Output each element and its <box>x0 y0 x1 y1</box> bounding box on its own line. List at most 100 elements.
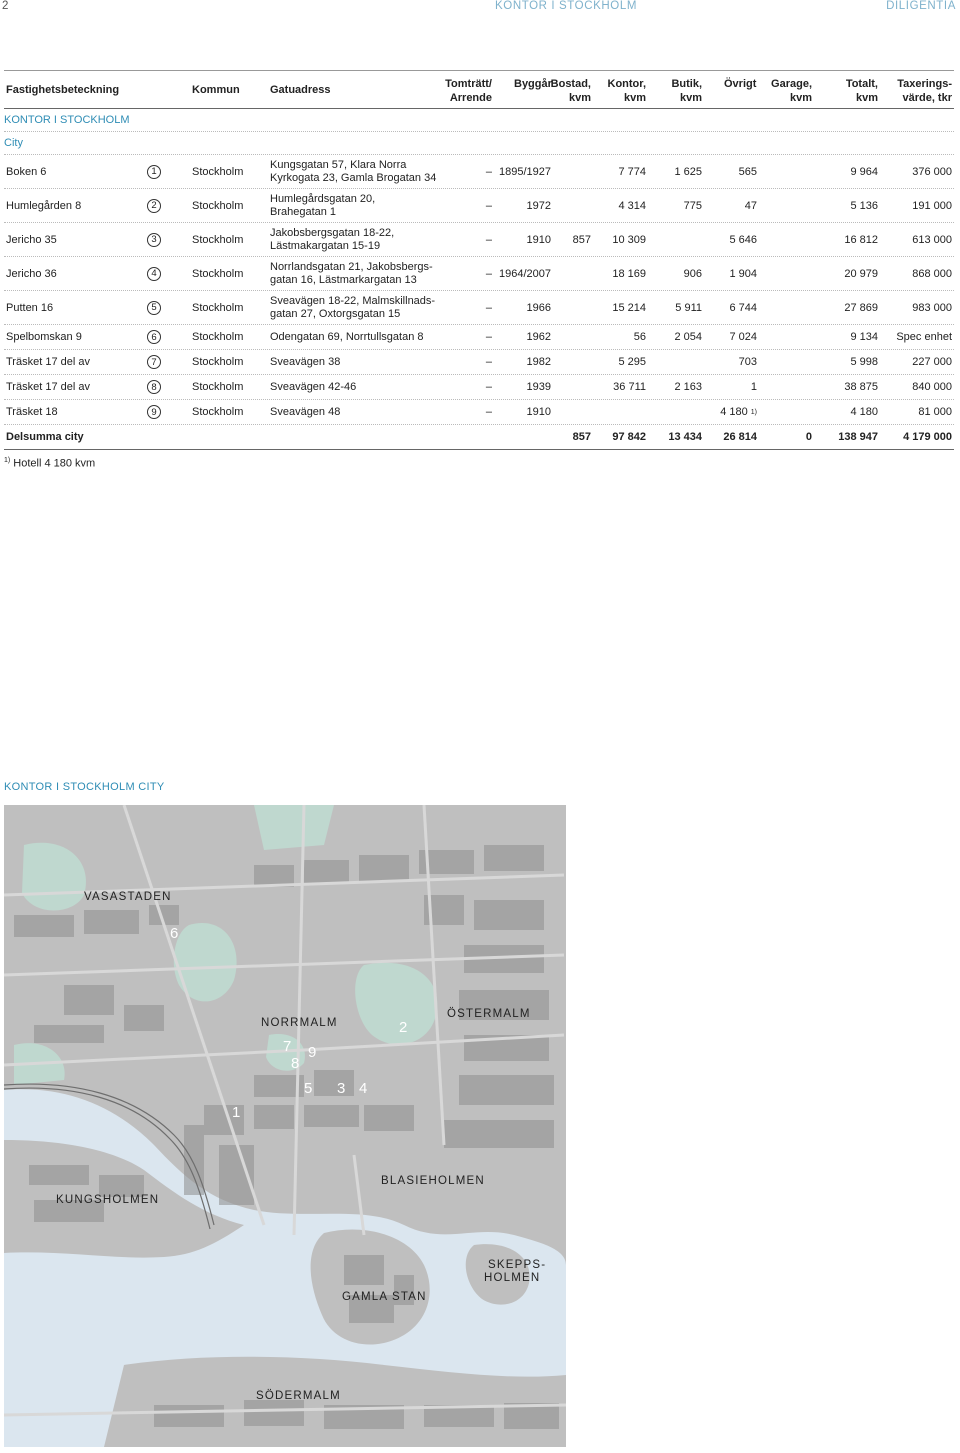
value-totalt: 16 812 <box>844 233 878 246</box>
subtotal-ovrigt: 26 814 <box>723 431 757 443</box>
value-totalt: 5 998 <box>850 356 878 368</box>
cell-ovrigt: 6 744 <box>729 291 757 324</box>
cell-kontor: 56 <box>634 325 646 349</box>
park-observatorielunden <box>173 923 237 1002</box>
value-butik: 775 <box>683 199 702 212</box>
value-tax: 376 000 <box>912 165 952 178</box>
cell-butik: 906 <box>684 257 702 290</box>
cell-tomtratt: – <box>486 325 492 349</box>
value-ovrigt: 4 180 <box>720 406 748 418</box>
value-kontor: 18 169 <box>612 267 646 280</box>
value-byggar: 1895/1927 <box>499 165 551 178</box>
cell-tomtratt: – <box>486 350 492 374</box>
table-row: Träsket 18 9 Stockholm Sveavägen 48 – 1910 4 1… <box>4 400 954 425</box>
label-norrmalm: NORRMALM <box>261 1017 338 1029</box>
address-lines: Jakobsbergsgatan 18-22, Lästmakargatan 15… <box>270 227 394 253</box>
cell-ovrigt: 703 <box>739 350 757 374</box>
value-tax: 191 000 <box>912 199 952 212</box>
property-address: Sveavägen 38 <box>270 350 340 374</box>
cell-tomtratt: – <box>486 400 492 424</box>
subtotal-tax: 4 179 000 <box>903 431 952 443</box>
marker-circle: 3 <box>147 232 161 247</box>
value-byggar: 1939 <box>526 381 551 393</box>
label-sodermalm: SÖDERMALM <box>256 1390 341 1402</box>
property-name: Jericho 36 <box>6 267 57 280</box>
subtotal-garage: 0 <box>805 431 812 443</box>
value-byggar: 1910 <box>526 233 551 246</box>
property-address: Sveavägen 42-46 <box>270 375 356 399</box>
table-row: Spelbomskan 9 6 Stockholm Odengatan 69, Nor… <box>4 325 954 350</box>
cell-kontor: 36 711 <box>613 375 646 399</box>
value-kontor: 56 <box>633 331 646 343</box>
value-byggar: 1966 <box>526 301 551 314</box>
property-marker: 2 <box>147 189 161 222</box>
table-row: Träsket 17 del av 8 Stockholm Sveavägen 42-… <box>4 375 954 400</box>
value-totalt: 5 136 <box>850 199 878 212</box>
cell-butik: 2 163 <box>674 375 702 399</box>
address-line-2: Lästmakargatan 15-19 <box>270 239 381 252</box>
footnote: 1) Hotell 4 180 kvm <box>4 450 954 472</box>
marker-circle: 9 <box>147 405 161 419</box>
footnote-ref: 1) <box>750 408 757 416</box>
value-ovrigt: 6 744 <box>729 301 757 314</box>
page-header: 2 KONTOR I STOCKHOLM DILIGENTIA <box>0 0 960 20</box>
cell-tomtratt: – <box>486 223 492 256</box>
value-totalt: 27 869 <box>844 301 878 314</box>
subtotal-butik: 13 434 <box>668 431 702 443</box>
map-marker-1: 1 <box>232 1104 240 1121</box>
property-kommun: Stockholm <box>192 406 244 418</box>
cell-totalt: 5 998 <box>850 350 878 374</box>
col-kontor: Kontor, kvm <box>607 78 647 104</box>
col-fastighet: Fastighetsbeteckning <box>6 84 120 96</box>
brand-name: DILIGENTIA <box>886 0 956 12</box>
subtotal-row: Delsumma city 857 97 842 13 434 26 814 0… <box>4 425 954 450</box>
address-line-1: Kungsgatan 57, Klara Norra <box>270 158 407 171</box>
map-marker-5: 5 <box>304 1080 312 1097</box>
table-header: Fastighetsbeteckning Kommun Gatuadress T… <box>4 70 954 109</box>
cell-tax: 868 000 <box>912 257 952 290</box>
property-marker: 9 <box>147 400 161 424</box>
property-address: Sveavägen 48 <box>270 400 340 424</box>
col-ovrigt: Övrigt <box>724 78 757 90</box>
marker-circle: 4 <box>147 266 161 281</box>
cell-totalt: 16 812 <box>844 223 878 256</box>
value-ovrigt: 47 <box>744 199 757 212</box>
table-row: Humlegården 8 2 Stockholm Humlegårdsgatan 2… <box>4 189 954 223</box>
col-byggar: Byggår <box>514 78 552 90</box>
cell-butik: 2 054 <box>674 325 702 349</box>
cell-kontor: 18 169 <box>612 257 646 290</box>
address-line-1: Humlegårdsgatan 20, <box>270 192 376 205</box>
value-ovrigt: 703 <box>738 356 757 368</box>
property-address: Sveavägen 18-22, Malmskillnads-gatan 27,… <box>270 291 435 324</box>
map-marker-7: 7 <box>283 1038 291 1055</box>
value-ovrigt: 1 <box>750 381 757 393</box>
marker-circle: 2 <box>147 198 161 213</box>
address-line-1: Sveavägen 48 <box>270 405 341 418</box>
value-butik: 1 625 <box>674 165 702 178</box>
address-lines: Odengatan 69, Norrtullsgatan 8 <box>270 331 424 344</box>
cell-totalt: 38 875 <box>844 375 878 399</box>
subtotal-kontor: 97 842 <box>612 431 646 443</box>
city-map: VASASTADEN NORRMALM ÖSTERMALM KUNGSHOLME… <box>4 805 566 1447</box>
value-tomtratt: – <box>485 267 492 280</box>
value-totalt: 9 964 <box>850 165 878 178</box>
address-lines: Sveavägen 48 <box>270 406 340 419</box>
property-kommun: Stockholm <box>192 331 244 343</box>
subtotal-bostad: 857 <box>572 431 591 443</box>
cell-byggar: 1910 <box>527 400 551 424</box>
section-title: KONTOR I STOCKHOLM <box>495 0 638 12</box>
value-butik: 2 163 <box>674 381 702 393</box>
property-name: Boken 6 <box>6 165 47 178</box>
value-butik: 906 <box>683 267 702 280</box>
address-line-2: Kyrkogata 23, Gamla Brogatan 34 <box>270 171 437 184</box>
cell-totalt: 5 136 <box>850 189 878 222</box>
value-byggar: 1972 <box>526 199 551 212</box>
value-ovrigt: 5 646 <box>729 233 757 246</box>
park-north <box>254 805 334 850</box>
value-tomtratt: – <box>485 331 492 343</box>
cell-kontor: 7 774 <box>618 155 646 188</box>
property-kommun: Stockholm <box>192 267 244 280</box>
marker-circle: 5 <box>147 300 161 315</box>
cell-byggar: 1964/2007 <box>499 257 551 290</box>
value-totalt: 9 134 <box>850 331 878 343</box>
